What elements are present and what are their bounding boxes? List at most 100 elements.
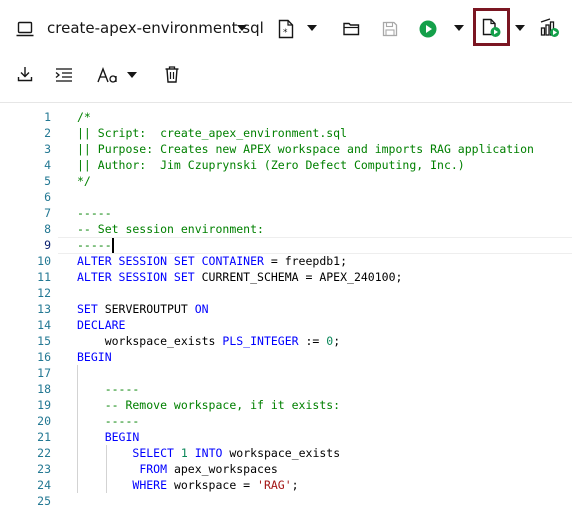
code-line[interactable]: SET SERVEROUTPUT ON	[77, 301, 209, 317]
laptop-icon[interactable]	[16, 21, 34, 37]
code-line[interactable]: /*	[77, 109, 91, 125]
code-token: SET	[77, 302, 98, 316]
code-token: /*	[77, 110, 91, 124]
code-line[interactable]: || Purpose: Creates new APEX workspace a…	[77, 141, 534, 157]
code-line[interactable]: BEGIN	[77, 349, 112, 365]
line-number: 24	[37, 478, 51, 492]
line-number: 12	[37, 286, 51, 300]
code-token: FROM	[139, 462, 168, 476]
line-number: 22	[37, 446, 51, 460]
code-line[interactable]: -----	[77, 205, 112, 221]
download-icon[interactable]	[17, 66, 33, 82]
font-case-icon[interactable]	[97, 67, 119, 83]
code-token: -----	[77, 238, 112, 252]
line-number: 17	[37, 366, 51, 380]
line-number: 2	[44, 126, 51, 140]
line-number: 21	[37, 430, 51, 444]
line-number: 14	[37, 318, 51, 332]
folder-open-icon[interactable]	[343, 22, 360, 36]
code-line[interactable]: || Author: Jim Czuprynski (Zero Defect C…	[77, 157, 465, 173]
code-token: BEGIN	[77, 430, 140, 444]
code-token: INTO	[194, 446, 223, 460]
code-token: CURRENT_SCHEMA = APEX_240100;	[194, 270, 403, 284]
format-code-icon[interactable]	[55, 68, 73, 82]
line-number: 20	[37, 414, 51, 428]
code-token: workspace_exists	[222, 446, 341, 460]
new-file-menu-chevron-icon[interactable]	[307, 25, 317, 31]
code-token: -----	[77, 382, 140, 396]
code-token: 1	[180, 446, 188, 460]
indent-guide	[77, 365, 78, 493]
run-script-menu-chevron-icon[interactable]	[515, 25, 525, 31]
run-icon[interactable]	[419, 20, 437, 38]
file-name[interactable]: create-apex-environment.sql	[47, 19, 264, 37]
code-token: DECLARE	[77, 318, 126, 332]
code-line[interactable]: BEGIN	[77, 429, 140, 445]
code-token: ALTER SESSION SET	[77, 270, 195, 284]
line-number: 9	[44, 238, 51, 252]
run-menu-chevron-icon[interactable]	[454, 25, 464, 31]
code-line[interactable]: workspace_exists PLS_INTEGER := 0;	[77, 333, 340, 349]
code-line[interactable]: FROM apex_workspaces	[77, 461, 278, 477]
code-token: = freepdb1;	[263, 254, 348, 268]
code-line[interactable]: -- Set session environment:	[77, 221, 264, 237]
code-token: workspace_exists	[77, 334, 223, 348]
code-line[interactable]: -----	[77, 413, 140, 429]
code-token: ;	[291, 478, 299, 492]
line-number: 10	[37, 254, 51, 268]
toolbar-secondary	[0, 60, 572, 96]
code-token: ;	[333, 334, 341, 348]
code-token: || Script: create_apex_environment.sql	[77, 126, 348, 140]
text-cursor	[112, 238, 114, 253]
trash-icon[interactable]	[165, 66, 179, 83]
code-editor[interactable]: 1 2 3 4 5 6 7 8 9 10 11 12 13 14 15 16 17 18 19 20 21 22 23 24 2…	[0, 103, 572, 508]
toolbar-primary: create-apex-environment.sql *	[0, 0, 572, 60]
line-number: 4	[44, 158, 51, 172]
line-number: 11	[37, 270, 51, 284]
code-token: 'RAG'	[257, 478, 292, 492]
code-line[interactable]: -- Remove workspace, if it exists:	[77, 397, 340, 413]
code-line[interactable]: -----	[77, 237, 112, 253]
line-number: 23	[37, 462, 51, 476]
run-script-icon[interactable]	[482, 18, 502, 38]
code-line[interactable]: SELECT 1 INTO workspace_exists	[77, 445, 340, 461]
line-number: 16	[37, 350, 51, 364]
code-token: BEGIN	[77, 350, 112, 364]
code-token: || Author: Jim Czuprynski (Zero Defect C…	[77, 158, 465, 172]
code-line[interactable]: */	[77, 173, 91, 189]
code-token: || Purpose: Creates new APEX workspace a…	[77, 142, 534, 156]
code-token: -- Set session environment:	[77, 222, 264, 236]
code-line[interactable]: DECLARE	[77, 317, 125, 333]
code-token: -----	[77, 414, 140, 428]
code-line[interactable]: || Script: create_apex_environment.sql	[77, 125, 347, 141]
new-file-icon[interactable]: *	[278, 19, 294, 39]
code-line[interactable]: WHERE workspace = 'RAG';	[77, 477, 299, 493]
chevron-down-icon[interactable]	[237, 25, 247, 31]
code-line[interactable]: ALTER SESSION SET CURRENT_SCHEMA = APEX_…	[77, 269, 402, 285]
indent-guide	[106, 445, 107, 493]
code-token: ALTER SESSION SET CONTAINER	[77, 254, 264, 268]
code-token: */	[77, 174, 91, 188]
code-token: -----	[77, 206, 112, 220]
code-line[interactable]: -----	[77, 381, 140, 397]
line-number: 8	[44, 222, 51, 236]
font-case-chevron-icon[interactable]	[127, 72, 137, 78]
code-token: :=	[298, 334, 327, 348]
code-line[interactable]: ALTER SESSION SET CONTAINER = freepdb1;	[77, 253, 347, 269]
line-number: 1	[44, 110, 51, 124]
code-token: -- Remove workspace, if it exists:	[77, 398, 341, 412]
code-token: PLS_INTEGER	[222, 334, 299, 348]
line-number: 25	[37, 494, 51, 508]
save-icon[interactable]	[382, 21, 398, 37]
explain-plan-icon[interactable]	[540, 18, 560, 38]
line-number: 3	[44, 142, 51, 156]
code-token: ON	[194, 302, 209, 316]
line-number: 7	[44, 206, 51, 220]
code-token: apex_workspaces	[167, 462, 278, 476]
line-number: 19	[37, 398, 51, 412]
